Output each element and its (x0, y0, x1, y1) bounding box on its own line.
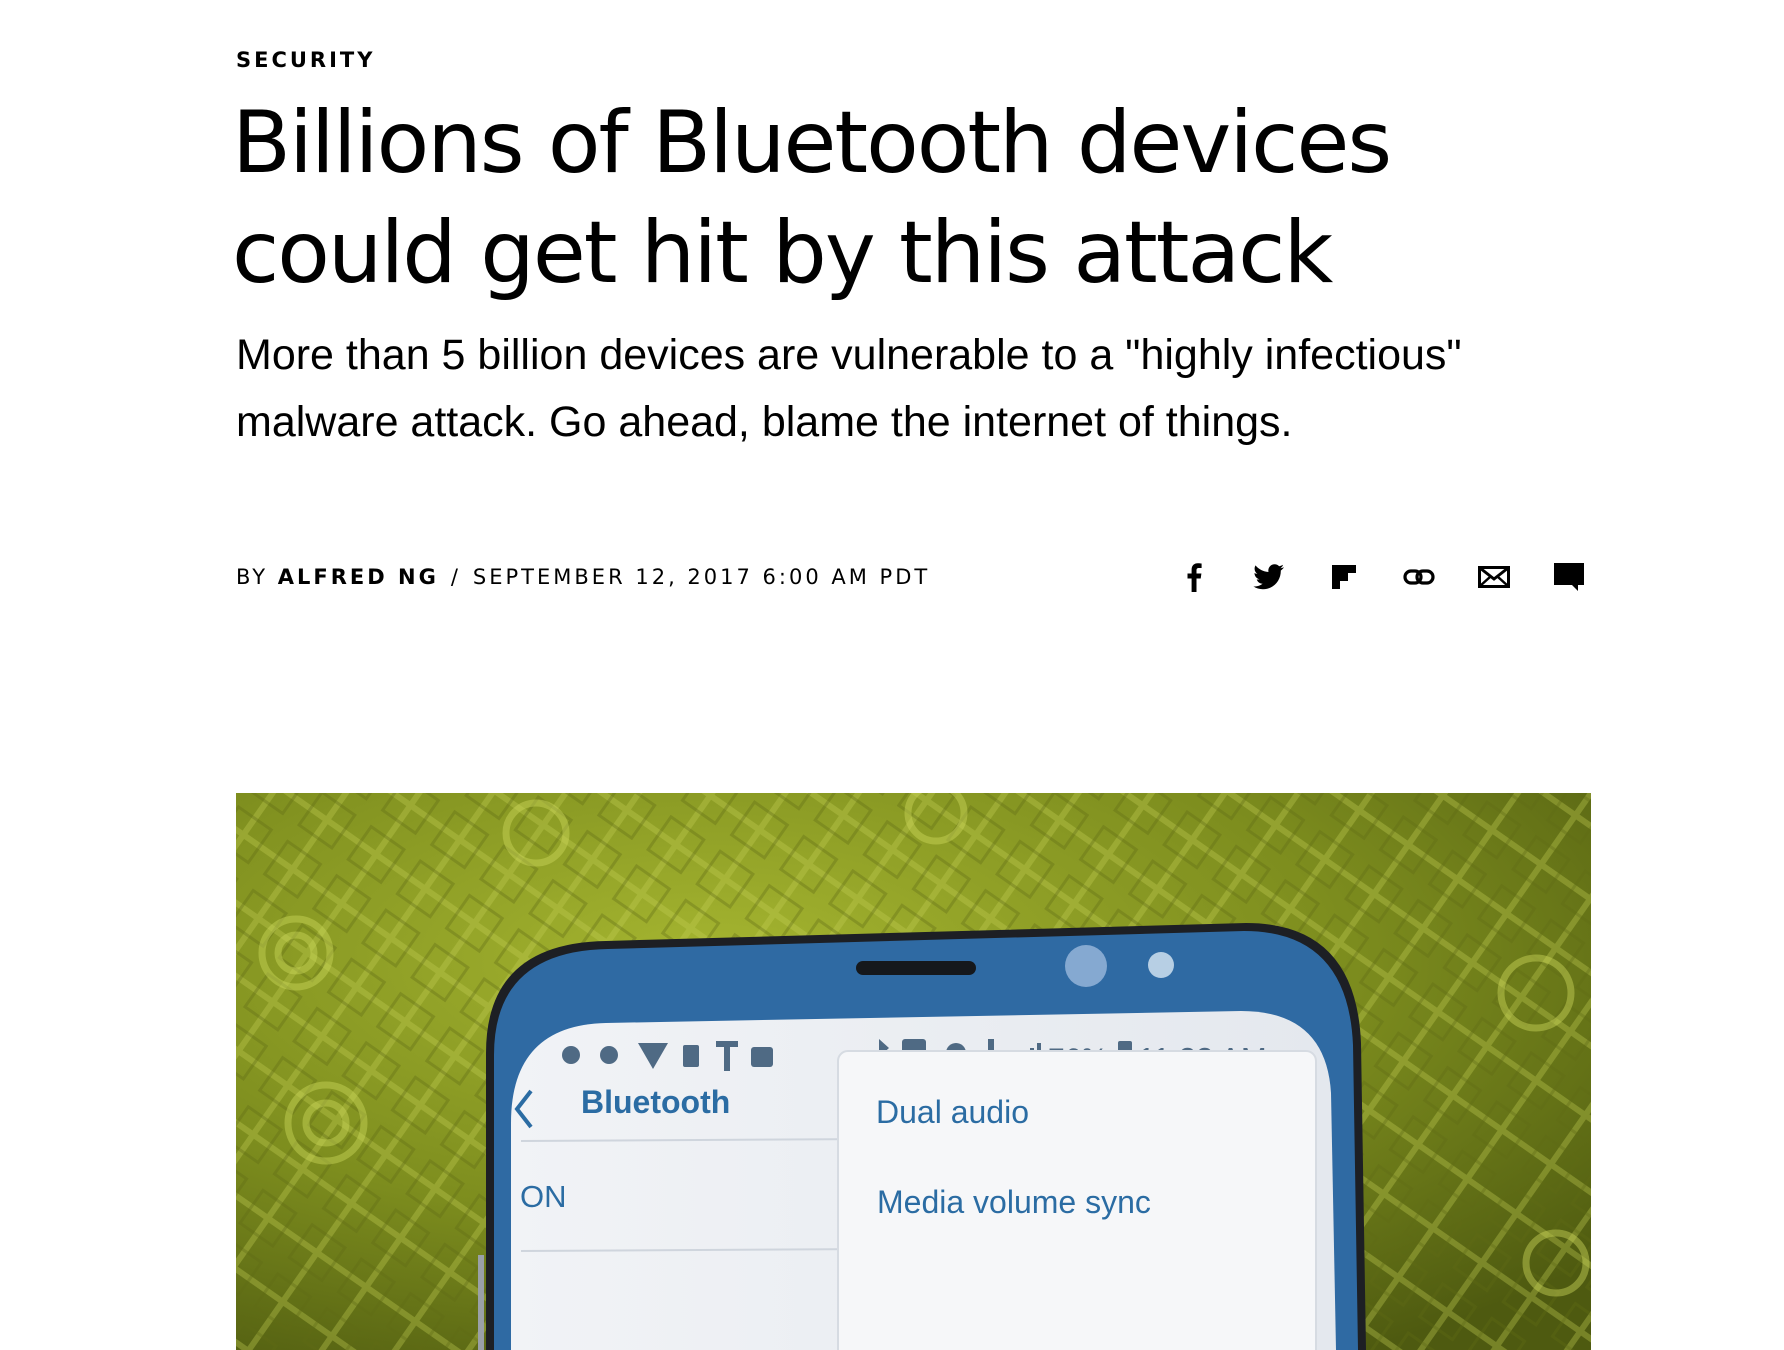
menu-item-dual-audio: Dual audio (876, 1094, 1029, 1130)
publish-date: SEPTEMBER 12, 2017 6:00 AM PDT (472, 565, 931, 589)
author-link[interactable]: ALFRED NG (278, 565, 439, 589)
headline: Billions of Bluetooth devices could get … (232, 93, 1392, 303)
flipboard-icon (1331, 565, 1356, 589)
facebook-share-button[interactable] (1156, 558, 1231, 596)
section-kicker-link[interactable]: SECURITY (236, 47, 375, 73)
comments-button[interactable] (1531, 558, 1606, 596)
byline-by: BY (236, 565, 269, 589)
facebook-icon (1187, 563, 1202, 592)
twitter-icon (1252, 564, 1284, 590)
email-share-button[interactable] (1456, 558, 1531, 596)
copy-link-button[interactable] (1381, 558, 1456, 596)
comment-icon (1553, 563, 1584, 591)
phone-photo: 76% 11:22 AM Bluetooth ON Dual audio Med… (236, 793, 1591, 1350)
link-icon (1402, 569, 1435, 585)
share-bar (1156, 558, 1606, 596)
twitter-share-button[interactable] (1231, 558, 1306, 596)
hero-image: 76% 11:22 AM Bluetooth ON Dual audio Med… (236, 793, 1591, 1350)
byline-separator: / (450, 565, 461, 589)
email-icon (1477, 566, 1510, 588)
article-dek: More than 5 billion devices are vulnerab… (236, 331, 1462, 446)
flipboard-share-button[interactable] (1306, 558, 1381, 596)
settings-back-title: Bluetooth (581, 1084, 730, 1120)
menu-item-media-volume-sync: Media volume sync (877, 1184, 1151, 1220)
byline: BY ALFRED NG / SEPTEMBER 12, 2017 6:00 AM … (236, 562, 930, 592)
bluetooth-toggle-state: ON (520, 1179, 567, 1214)
